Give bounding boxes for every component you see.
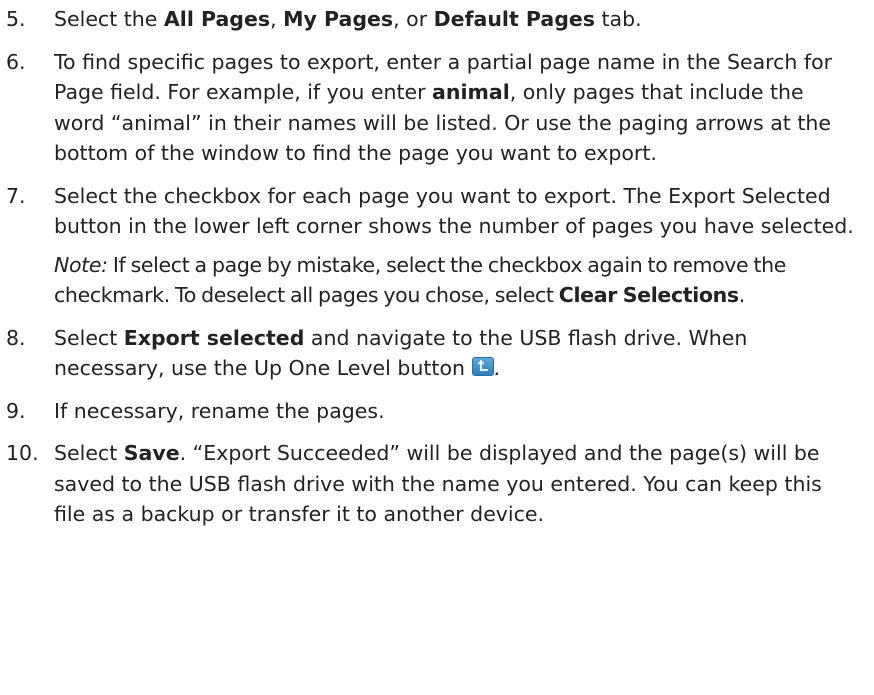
note-paragraph: Note: If select a page by mistake, selec… [54,250,854,311]
text-run: tab. [594,7,642,31]
bold-term-all-pages: All Pages [163,7,271,31]
text-run: , or [393,7,434,31]
bold-term-animal: animal [432,80,510,104]
step-5: 5. Select the All Pages, My Pages, or De… [0,4,874,35]
bold-term-export-selected: Export selected [123,325,305,350]
step-text: If necessary, rename the pages. [54,396,854,427]
bold-term-default-pages: Default Pages [433,7,595,31]
text-run: , [270,7,284,31]
step-number: 10. [6,441,39,465]
bold-term-my-pages: My Pages [283,7,394,31]
step-number: 7. [6,183,26,208]
text-run: If necessary, rename the pages. [54,398,385,423]
text-run: . [738,283,746,307]
step-10: 10. Select Save. “Export Succeeded” will… [0,438,874,530]
text-run: . [493,356,501,380]
bold-term-clear-selections: Clear Selections [558,283,739,307]
text-run: Select [54,325,124,350]
step-text: Select the checkbox for each page you wa… [54,181,854,311]
step-6: 6. To find specific pages to export, ent… [0,47,874,169]
bold-term-save: Save [123,441,180,465]
text-run: Select the [54,7,164,31]
text-run: Select the checkbox for each page you wa… [54,183,854,239]
step-number: 6. [6,49,26,74]
note-label: Note: [54,252,108,277]
step-7: 7. Select the checkbox for each page you… [0,181,874,311]
step-number: 8. [6,325,26,350]
text-run: Select [54,441,124,465]
step-number: 9. [6,398,26,423]
up-one-level-icon [471,357,494,376]
step-9: 9. If necessary, rename the pages. [0,396,874,427]
step-number: 5. [6,7,26,31]
step-text: To find specific pages to export, enter … [54,47,854,169]
step-8: 8. Select Export selected and navigate t… [0,323,874,384]
document-page: 5. Select the All Pages, My Pages, or De… [0,0,874,695]
step-text: Select the All Pages, My Pages, or Defau… [54,4,854,35]
step-text: Select Export selected and navigate to t… [54,323,854,384]
step-text: Select Save. “Export Succeeded” will be … [54,438,854,530]
